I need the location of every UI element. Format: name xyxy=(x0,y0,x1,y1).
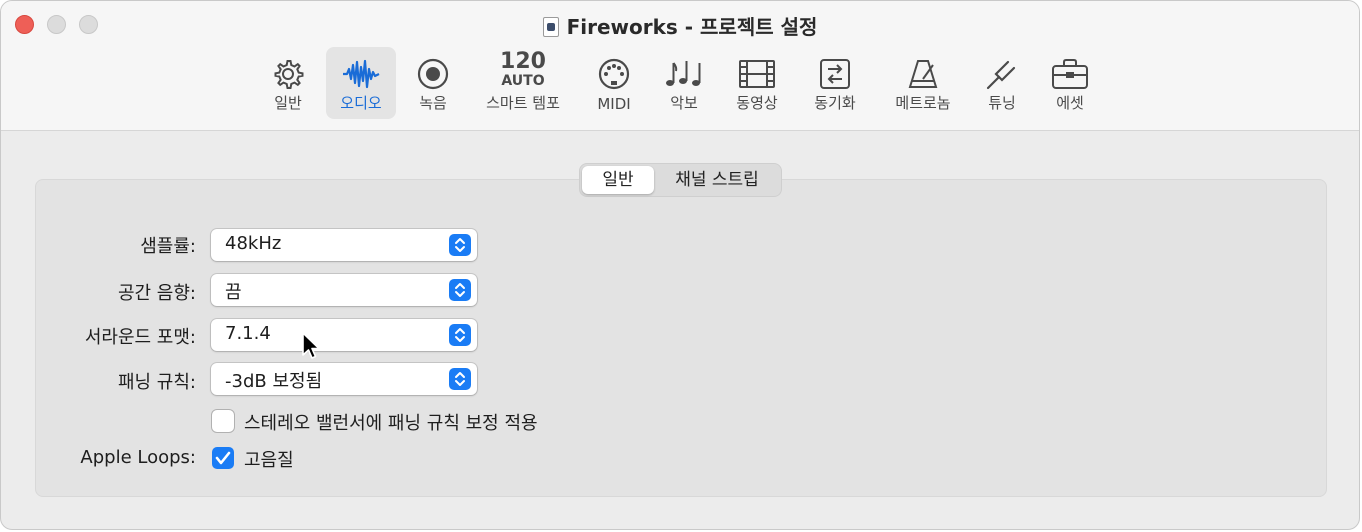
window-title: Fireworks - 프로젝트 설정 xyxy=(1,11,1359,40)
spatial-audio-value: 끔 xyxy=(225,282,242,303)
surround-format-popup[interactable]: 7.1.4 xyxy=(211,319,477,351)
spatial-audio-label: 공간 음향: xyxy=(117,283,196,304)
mouse-pointer-icon xyxy=(302,332,320,359)
tuning-fork-icon xyxy=(986,60,1016,90)
sample-rate-value: 48kHz xyxy=(225,233,282,254)
chevron-updown-icon xyxy=(449,368,471,390)
toolbar-item-metronome[interactable]: 메트로놈 xyxy=(881,47,965,119)
midi-port-icon xyxy=(598,58,630,90)
toolbar-label-recording: 녹음 xyxy=(419,94,447,112)
apple-loops-option-label: 고음질 xyxy=(244,450,294,471)
settings-toolbar: 일반 오디오 녹음 120 AUTO 스마트 템포 MIDI 악보 동영상 동기… xyxy=(1,47,1359,121)
toolbar-label-general: 일반 xyxy=(274,94,302,112)
stereo-balancer-label: 스테레오 밸런서에 패닝 규칙 보정 적용 xyxy=(244,413,538,434)
toolbar-item-score[interactable]: 악보 xyxy=(653,47,715,119)
toolbar-label-score: 악보 xyxy=(670,94,698,112)
window-title-text: Fireworks - 프로젝트 설정 xyxy=(566,15,818,39)
toolbar-item-tuning[interactable]: 튜닝 xyxy=(973,47,1031,119)
stereo-balancer-checkbox[interactable] xyxy=(212,410,234,432)
toolbar-item-midi[interactable]: MIDI xyxy=(583,47,645,119)
sample-rate-label: 샘플률: xyxy=(140,236,196,257)
sync-icon xyxy=(820,59,850,89)
tab-control: 일반 채널 스트립 xyxy=(579,163,782,197)
toolbar-item-assets[interactable]: 에셋 xyxy=(1039,47,1101,119)
titlebar: Fireworks - 프로젝트 설정 일반 오디오 녹음 120 AUTO 스… xyxy=(1,1,1359,131)
toolbar-item-recording[interactable]: 녹음 xyxy=(401,47,465,119)
toolbar-label-metronome: 메트로놈 xyxy=(895,94,951,112)
tempo-icon: 120 AUTO xyxy=(471,49,575,89)
pan-law-popup[interactable]: -3dB 보정됨 xyxy=(211,363,477,395)
tab-channel-strip[interactable]: 채널 스트립 xyxy=(656,166,778,194)
project-settings-window: Fireworks - 프로젝트 설정 일반 오디오 녹음 120 AUTO 스… xyxy=(0,0,1360,530)
toolbar-label-sync: 동기화 xyxy=(814,94,856,112)
toolbar-item-audio[interactable]: 오디오 xyxy=(326,47,396,119)
briefcase-icon xyxy=(1052,59,1088,89)
metronome-icon xyxy=(908,60,938,88)
tab-general[interactable]: 일반 xyxy=(582,166,654,194)
toolbar-item-general[interactable]: 일반 xyxy=(255,47,321,119)
apple-loops-high-quality-checkbox[interactable] xyxy=(212,447,234,469)
record-icon xyxy=(417,58,449,90)
chevron-updown-icon xyxy=(449,324,471,346)
toolbar-item-sync[interactable]: 동기화 xyxy=(803,47,867,119)
tempo-icon-value: 120 xyxy=(500,49,546,74)
waveform-icon xyxy=(343,59,380,89)
document-icon xyxy=(542,17,559,37)
pan-law-label: 패닝 규칙: xyxy=(117,372,196,393)
pan-law-value: -3dB 보정됨 xyxy=(225,371,323,392)
spatial-audio-popup[interactable]: 끔 xyxy=(211,274,477,306)
toolbar-label-midi: MIDI xyxy=(597,95,631,113)
sample-rate-popup[interactable]: 48kHz xyxy=(211,229,477,261)
toolbar-label-tuning: 튜닝 xyxy=(988,94,1016,112)
toolbar-label-audio: 오디오 xyxy=(340,94,382,112)
chevron-updown-icon xyxy=(449,234,471,256)
toolbar-item-movie[interactable]: 동영상 xyxy=(725,47,789,119)
gear-icon xyxy=(274,60,304,89)
surround-format-value: 7.1.4 xyxy=(225,323,271,344)
toolbar-label-movie: 동영상 xyxy=(736,94,778,112)
tempo-icon-mode: AUTO xyxy=(501,73,545,89)
chevron-updown-icon xyxy=(449,279,471,301)
surround-format-label: 서라운드 포맷: xyxy=(84,327,196,348)
checkmark-icon xyxy=(215,451,231,465)
music-notes-icon xyxy=(666,61,701,86)
film-icon xyxy=(739,60,775,88)
apple-loops-label: Apple Loops: xyxy=(80,447,196,468)
toolbar-item-smart-tempo[interactable]: 120 AUTO 스마트 템포 xyxy=(471,47,575,119)
toolbar-label-smart-tempo: 스마트 템포 xyxy=(486,94,560,112)
toolbar-label-assets: 에셋 xyxy=(1056,94,1084,112)
